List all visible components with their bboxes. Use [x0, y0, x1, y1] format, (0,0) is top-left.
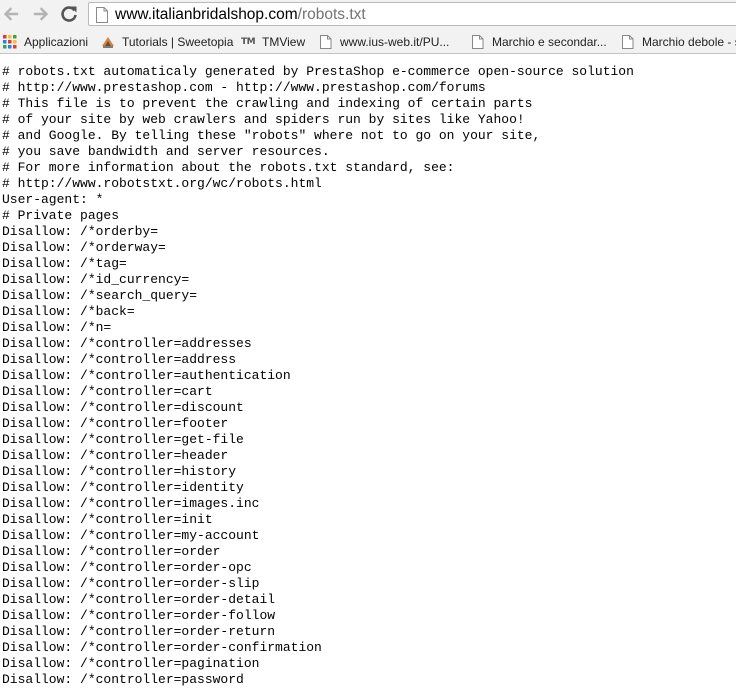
directive-line: Disallow: /*controller=get-file [2, 432, 244, 447]
directive-line: Disallow: /*id_currency= [2, 272, 190, 287]
browser-toolbar: www.italianbridalshop.com/robots.txt [0, 0, 736, 30]
page-icon [620, 34, 636, 50]
bookmark-label: Marchio e secondar... [492, 35, 607, 49]
url-domain: www.italianbridalshop.com [115, 6, 298, 23]
url-text: www.italianbridalshop.com/robots.txt [115, 5, 366, 25]
directive-line: Disallow: /*controller=password [2, 672, 244, 687]
directive-line: Disallow: /*controller=order-detail [2, 592, 276, 607]
url-path: /robots.txt [297, 6, 366, 23]
bookmark-marchio-secondario[interactable]: Marchio e secondar... [470, 32, 607, 52]
directive-line: Disallow: /*controller=header [2, 448, 229, 463]
comment-line: # you save bandwidth and server resource… [2, 144, 330, 159]
directive-line: Disallow: /*controller=addresses [2, 336, 252, 351]
bookmark-label: www.ius-web.it/PU... [340, 35, 450, 49]
directive-line: Disallow: /*orderway= [2, 240, 166, 255]
directive-line: Disallow: /*controller=order [2, 544, 221, 559]
comment-line: # This file is to prevent the crawling a… [2, 96, 533, 111]
directive-line: Disallow: /*controller=order-confirmatio… [2, 640, 322, 655]
arrow-left-icon [3, 7, 19, 21]
directive-line: Disallow: /*search_query= [2, 288, 198, 303]
comment-line: # of your site by web crawlers and spide… [2, 112, 525, 127]
arrow-right-icon [33, 7, 49, 21]
reload-icon [61, 6, 77, 22]
directive-line: Disallow: /*controller=order-slip [2, 576, 260, 591]
forward-button[interactable] [30, 3, 52, 25]
bookmark-ius-web[interactable]: www.ius-web.it/PU... [318, 32, 449, 52]
comment-line: # For more information about the robots.… [2, 160, 455, 175]
page-icon [96, 7, 108, 23]
directive-line: Disallow: /*controller=discount [2, 400, 244, 415]
directive-line: User-agent: * [2, 192, 104, 207]
bookmark-label: Tutorials | Sweetopia [122, 35, 234, 49]
comment-line: # Private pages [2, 208, 120, 223]
robots-txt-body: # robots.txt automaticaly generated by P… [2, 64, 736, 688]
directive-line: Disallow: /*back= [2, 304, 135, 319]
directive-line: Disallow: /*controller=my-account [2, 528, 260, 543]
directive-line: Disallow: /*controller=images.inc [2, 496, 260, 511]
directive-line: Disallow: /*controller=footer [2, 416, 229, 431]
directive-line: Disallow: /*controller=cart [2, 384, 213, 399]
sweetopia-icon [100, 34, 116, 50]
page-icon [318, 34, 334, 50]
apps-grid-icon [2, 34, 18, 50]
directive-line: Disallow: /*controller=address [2, 352, 237, 367]
directive-line: Disallow: /*controller=order-follow [2, 608, 276, 623]
directive-line: Disallow: /*controller=pagination [2, 656, 260, 671]
bookmark-label: TMView [262, 35, 306, 49]
directive-line: Disallow: /*n= [2, 320, 112, 335]
bookmark-applicazioni[interactable]: Applicazioni [2, 32, 88, 52]
bookmark-label: Applicazioni [24, 35, 89, 49]
directive-line: Disallow: /*tag= [2, 256, 127, 271]
comment-line: # robots.txt automaticaly generated by P… [2, 64, 634, 79]
directive-line: Disallow: /*controller=order-opc [2, 560, 252, 575]
bookmarks-bar: Applicazioni Tutorials | Sweetopia TM TM… [0, 30, 736, 54]
directive-line: Disallow: /*controller=init [2, 512, 213, 527]
bookmark-tutorials-sweetopia[interactable]: Tutorials | Sweetopia [100, 32, 233, 52]
directive-line: Disallow: /*controller=identity [2, 480, 244, 495]
directive-line: Disallow: /*controller=history [2, 464, 237, 479]
directive-line: Disallow: /*controller=authentication [2, 368, 291, 383]
comment-line: # and Google. By telling these "robots" … [2, 128, 541, 143]
address-bar[interactable]: www.italianbridalshop.com/robots.txt [88, 2, 736, 26]
directive-line: Disallow: /*orderby= [2, 224, 159, 239]
comment-line: # http://www.robotstxt.org/wc/robots.htm… [2, 176, 322, 191]
bookmark-label: Marchio debole - s [642, 35, 736, 49]
page-icon [470, 34, 486, 50]
back-button[interactable] [0, 3, 22, 25]
bookmark-marchio-debole[interactable]: Marchio debole - s [620, 32, 736, 52]
directive-line: Disallow: /*controller=order-return [2, 624, 276, 639]
bookmark-tmview[interactable]: TM TMView [240, 32, 305, 52]
comment-line: # http://www.prestashop.com - http://www… [2, 80, 486, 95]
page-content: # robots.txt automaticaly generated by P… [2, 64, 736, 691]
tm-icon: TM [240, 37, 256, 47]
reload-button[interactable] [58, 3, 80, 25]
